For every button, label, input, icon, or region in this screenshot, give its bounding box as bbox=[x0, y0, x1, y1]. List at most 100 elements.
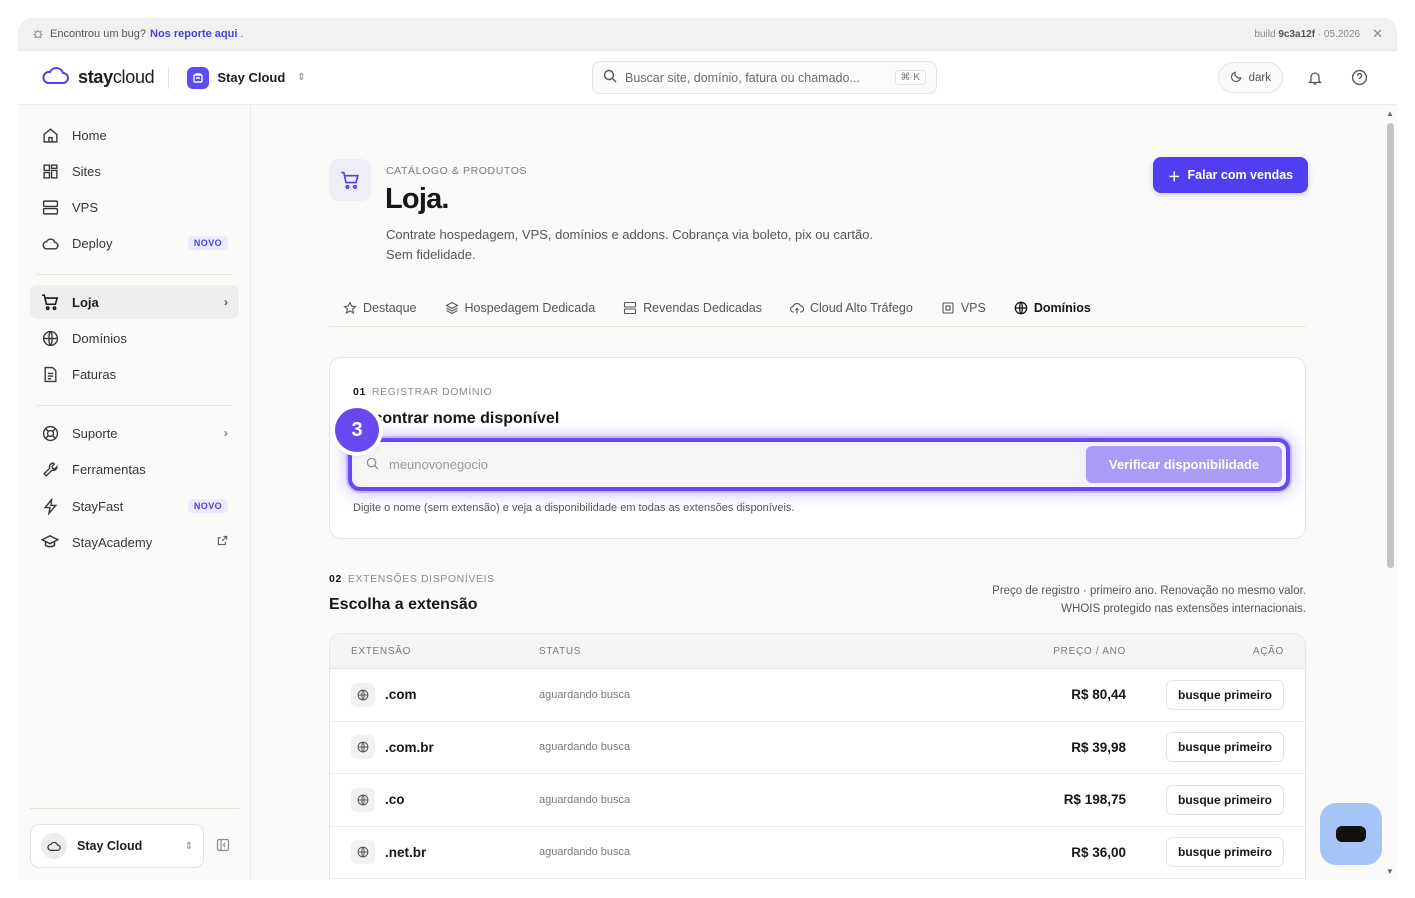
contact-sales-label: Falar com vendas bbox=[1187, 168, 1294, 182]
report-bug-link[interactable]: Nos reporte aqui bbox=[150, 28, 237, 40]
scroll-down-icon[interactable]: ▼ bbox=[1386, 867, 1394, 876]
sidebar-item-label: Deploy bbox=[72, 235, 113, 251]
column-header: EXTENSÃO bbox=[351, 645, 412, 657]
table-row: .com.br aguardando busca R$ 39,98 busque… bbox=[330, 722, 1305, 774]
cart-icon bbox=[41, 293, 59, 311]
home-icon bbox=[41, 126, 59, 144]
scrollbar-thumb[interactable] bbox=[1387, 123, 1394, 568]
bug-banner-text: Encontrou um bug? bbox=[50, 28, 147, 40]
tab-destaque[interactable]: Destaque bbox=[329, 290, 431, 326]
search-first-button[interactable]: busque primeiro bbox=[1165, 732, 1284, 763]
register-domain-card: 01 REGISTRAR DOMÍNIO Encontrar nome dispo… bbox=[329, 357, 1306, 539]
document-icon bbox=[41, 365, 59, 383]
build-info: build 9c3a12f · 05.2026 bbox=[1254, 29, 1360, 40]
check-availability-button[interactable]: Verificar disponibilidade bbox=[1086, 446, 1282, 483]
tab-revendas-dedicadas[interactable]: Revendas Dedicadas bbox=[609, 290, 776, 326]
step-label: REGISTRAR DOMÍNIO bbox=[371, 386, 493, 398]
price: R$ 80,44 bbox=[1071, 687, 1126, 703]
sidebar-item-deploy[interactable]: Deploy NOVO bbox=[30, 226, 239, 260]
tab-dominios[interactable]: Domínios bbox=[1000, 290, 1105, 326]
pricing-note-line: Preço de registro · primeiro ano. Renova… bbox=[992, 585, 1306, 597]
tab-hospedagem-dedicada[interactable]: Hospedagem Dedicada bbox=[431, 290, 610, 326]
sidebar-item-suporte[interactable]: Suporte › bbox=[30, 416, 239, 450]
grid-icon bbox=[41, 162, 59, 180]
step-label: EXTENSÕES DISPONÍVEIS bbox=[347, 573, 495, 585]
action-cell: busque primeiro bbox=[1126, 732, 1305, 763]
collapse-sidebar-icon[interactable] bbox=[216, 838, 232, 854]
sidebar-item-loja[interactable]: Loja › bbox=[30, 285, 239, 319]
extension-cell: .net.br bbox=[330, 840, 539, 865]
page-description-line: Sem fidelidade. bbox=[386, 247, 476, 262]
chevron-updown-icon: ⇕ bbox=[297, 72, 306, 83]
globe-icon bbox=[351, 840, 375, 865]
sidebar-item-stayfast[interactable]: StayFast NOVO bbox=[30, 489, 239, 523]
sidebar-item-dominios[interactable]: Domínios bbox=[30, 321, 239, 355]
page-description-line: Contrate hospedagem, VPS, domínios e add… bbox=[386, 227, 874, 242]
scroll-up-icon[interactable]: ▲ bbox=[1386, 109, 1394, 118]
column-header: AÇÃO bbox=[1252, 645, 1284, 657]
step-eyebrow: 01 REGISTRAR DOMÍNIO bbox=[353, 386, 492, 398]
domain-search-input[interactable]: meunovonegocio bbox=[356, 446, 1080, 483]
org-switcher[interactable]: Stay Cloud ⇕ bbox=[187, 66, 306, 89]
workspace-switcher[interactable]: Stay Cloud ⇕ bbox=[30, 824, 204, 868]
help-icon[interactable] bbox=[1347, 66, 1371, 90]
sidebar-item-label: Loja bbox=[72, 294, 99, 310]
sidebar-item-ferramentas[interactable]: Ferramentas bbox=[30, 452, 239, 486]
search-placeholder: Buscar site, domínio, fatura ou chamado.… bbox=[625, 70, 860, 85]
sidebar-item-vps[interactable]: VPS bbox=[30, 190, 239, 224]
org-avatar bbox=[187, 66, 210, 89]
sidebar-item-stayacademy[interactable]: StayAcademy bbox=[30, 525, 239, 559]
status-text: aguardando busca bbox=[539, 793, 631, 806]
cart-icon bbox=[329, 159, 371, 201]
sidebar-item-label: VPS bbox=[72, 199, 99, 215]
column-header: STATUS bbox=[539, 645, 582, 657]
sidebar-item-label: StayFast bbox=[72, 498, 124, 514]
sidebar-item-label: Domínios bbox=[72, 330, 127, 346]
global-search[interactable]: Buscar site, domínio, fatura ou chamado.… bbox=[592, 61, 937, 94]
tab-label: Hospedagem Dedicada bbox=[464, 301, 596, 315]
bell-icon[interactable] bbox=[1303, 66, 1327, 90]
page-description: Contrate hospedagem, VPS, domínios e add… bbox=[386, 225, 926, 265]
column-header: PREÇO / ANO bbox=[1053, 645, 1126, 657]
search-icon bbox=[603, 69, 617, 86]
theme-toggle-button[interactable]: dark bbox=[1217, 62, 1283, 93]
globe-icon bbox=[1014, 301, 1028, 315]
search-icon bbox=[366, 457, 379, 473]
table-row: .net.br aguardando busca R$ 36,00 busque… bbox=[330, 827, 1305, 879]
workspace-name: Stay Cloud bbox=[77, 839, 143, 853]
extension-cell: .co bbox=[330, 787, 539, 812]
lifebuoy-icon bbox=[41, 424, 59, 442]
logo-text: staycloud bbox=[78, 67, 155, 87]
sidebar-item-label: Sites bbox=[72, 163, 101, 179]
sidebar-item-sites[interactable]: Sites bbox=[30, 154, 239, 188]
sidebar-item-faturas[interactable]: Faturas bbox=[30, 357, 239, 391]
tab-vps[interactable]: VPS bbox=[927, 290, 1000, 326]
search-first-button[interactable]: busque primeiro bbox=[1165, 679, 1284, 710]
extension-name: .co bbox=[385, 792, 405, 808]
chat-button[interactable] bbox=[1320, 803, 1382, 865]
status-text: aguardando busca bbox=[539, 688, 631, 701]
shortcut-hint: ⌘ K bbox=[894, 70, 926, 85]
sidebar-divider bbox=[30, 808, 239, 809]
sidebar-item-label: Suporte bbox=[72, 425, 118, 441]
close-banner-icon[interactable]: ✕ bbox=[1372, 26, 1383, 42]
scrollbar[interactable]: ▲ ▼ bbox=[1383, 105, 1397, 880]
tab-cloud-alto-trafego[interactable]: Cloud Alto Tráfego bbox=[776, 290, 927, 326]
extension-name: .com.br bbox=[385, 739, 434, 755]
table-row: .co aguardando busca R$ 198,75 busque pr… bbox=[330, 774, 1305, 827]
extension-cell: .com.br bbox=[330, 735, 539, 760]
search-first-button[interactable]: busque primeiro bbox=[1165, 784, 1284, 815]
sidebar-item-home[interactable]: Home bbox=[30, 118, 239, 152]
search-first-button[interactable]: busque primeiro bbox=[1165, 837, 1284, 868]
chat-icon bbox=[1336, 826, 1366, 842]
domain-input-placeholder: meunovonegocio bbox=[389, 457, 489, 472]
build-label: build bbox=[1254, 28, 1276, 40]
new-badge: NOVO bbox=[187, 236, 228, 250]
step-number: 02 bbox=[329, 573, 342, 585]
contact-sales-button[interactable]: ＋ Falar com vendas bbox=[1153, 157, 1309, 193]
logo[interactable]: staycloud bbox=[40, 67, 155, 88]
star-icon bbox=[343, 301, 357, 315]
tab-label: Destaque bbox=[363, 301, 417, 315]
sidebar: Home Sites VPS Deploy NOVO Loja › Domíni… bbox=[18, 105, 251, 880]
cloud-icon bbox=[41, 833, 67, 859]
